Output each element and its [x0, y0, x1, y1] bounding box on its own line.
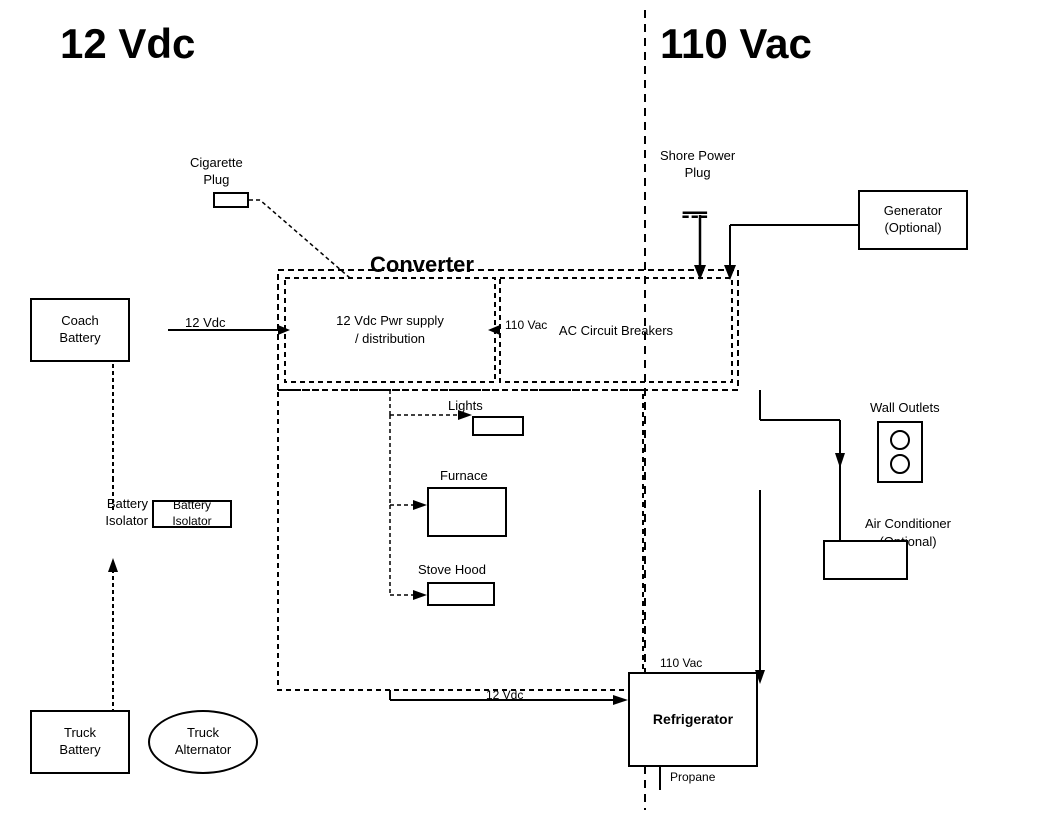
converter-label: Converter [370, 252, 474, 278]
stove-hood-label: Stove Hood [418, 562, 486, 579]
wall-outlets-label: Wall Outlets [870, 400, 940, 417]
label-110vac-wire: 110 Vac [505, 318, 547, 334]
generator-label: Generator (Optional) [884, 203, 943, 237]
lights-label: Lights [448, 398, 483, 415]
furnace-label: Furnace [440, 468, 488, 485]
truck-battery-box: Truck Battery [30, 710, 130, 774]
pwr-supply-label: 12 Vdc Pwr supply / distribution [285, 278, 495, 382]
coach-battery-label: Coach Battery [59, 313, 100, 347]
shore-power-symbol: ⎓ [682, 195, 708, 233]
truck-alternator-label: Truck Alternator [175, 725, 231, 759]
propane-label: Propane [670, 770, 715, 786]
battery-isolator-label: Battery Isolator [154, 498, 230, 529]
air-conditioner-box [823, 540, 908, 580]
truck-alternator-box: Truck Alternator [148, 710, 258, 774]
refrigerator-box: Refrigerator [628, 672, 758, 767]
title-12vdc: 12 Vdc [60, 20, 195, 68]
cigarette-plug-label: CigarettePlug [190, 155, 243, 189]
generator-box: Generator (Optional) [858, 190, 968, 250]
refrigerator-label: Refrigerator [653, 710, 733, 728]
label-12vdc-fridge: 12 Vdc [486, 688, 523, 704]
shore-power-label: Shore PowerPlug [660, 148, 735, 182]
label-12vdc-wire: 12 Vdc [185, 315, 225, 332]
coach-battery-box: Coach Battery [30, 298, 130, 362]
stove-hood-box [427, 582, 495, 606]
diagram: 12 Vdc 110 Vac Converter Coach Battery 1… [0, 0, 1049, 815]
label-110vac-fridge: 110 Vac [660, 656, 702, 672]
title-110vac: 110 Vac [660, 20, 812, 68]
battery-isolator-text: BatteryIsolator [60, 496, 148, 530]
battery-isolator-box: Battery Isolator [152, 500, 232, 528]
lights-box [472, 416, 524, 436]
wall-outlet-symbol [876, 420, 924, 490]
cigarette-plug-box [213, 192, 249, 208]
furnace-box [427, 487, 507, 537]
truck-battery-label: Truck Battery [59, 725, 100, 759]
